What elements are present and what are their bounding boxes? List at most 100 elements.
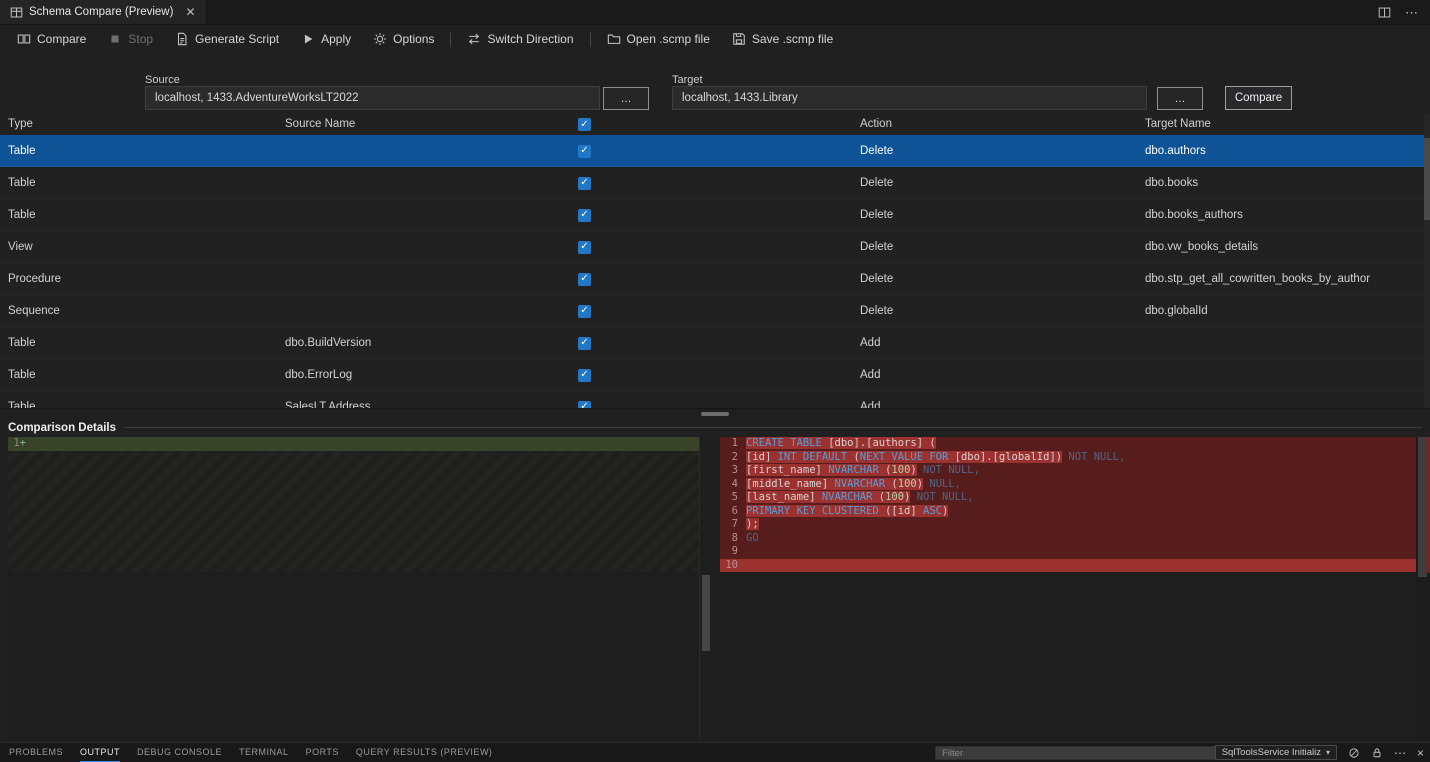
clear-output-icon[interactable] xyxy=(1348,747,1360,759)
toolbar-button-open-scmp-file[interactable]: Open .scmp file xyxy=(596,25,721,53)
cell-type: Table xyxy=(8,167,36,199)
cell-type: Table xyxy=(8,199,36,231)
source-input[interactable]: localhost, 1433.AdventureWorksLT2022 xyxy=(145,86,600,110)
row-checkbox[interactable]: ✓ xyxy=(578,305,591,318)
toolbar-button-label: Save .scmp file xyxy=(752,32,833,46)
table-row[interactable]: Table✓Deletedbo.authors xyxy=(0,135,1424,167)
cell-target-name: dbo.stp_get_all_cowritten_books_by_autho… xyxy=(1145,263,1370,295)
tab-schema-compare[interactable]: Schema Compare (Preview) ✕ xyxy=(0,0,207,24)
table-row[interactable]: Procedure✓Deletedbo.stp_get_all_cowritte… xyxy=(0,263,1424,295)
split-editor-icon[interactable] xyxy=(1378,6,1391,19)
line-number: 10 xyxy=(720,559,746,573)
cell-include: ✓ xyxy=(578,327,591,359)
toolbar-button-options[interactable]: Options xyxy=(362,25,445,53)
right-pane-scrollbar[interactable] xyxy=(1416,437,1430,741)
table-row[interactable]: View✓Deletedbo.vw_books_details xyxy=(0,231,1424,263)
line-number: 9 xyxy=(720,545,746,559)
diff-source-pane[interactable]: 1+ xyxy=(8,437,700,741)
cell-include: ✓ xyxy=(578,295,591,327)
cell-include: ✓ xyxy=(578,231,591,263)
line-number: 5 xyxy=(720,491,746,505)
line-number: 1 xyxy=(720,437,746,451)
target-input[interactable]: localhost, 1433.Library xyxy=(672,86,1147,110)
toolbar-button-compare[interactable]: Compare xyxy=(6,25,97,53)
panel-tab-problems[interactable]: PROBLEMS xyxy=(9,743,63,762)
diff-added-line: 1+ xyxy=(8,437,699,451)
column-header-action: Action xyxy=(860,118,892,130)
line-number: 6 xyxy=(720,505,746,519)
row-checkbox[interactable]: ✓ xyxy=(578,241,591,254)
diff-removed-line: 8GO xyxy=(720,532,1416,546)
details-title: Comparison Details xyxy=(8,422,116,434)
row-checkbox[interactable]: ✓ xyxy=(578,177,591,190)
stop-icon xyxy=(108,32,122,46)
table-row[interactable]: Tabledbo.ErrorLog✓Add xyxy=(0,359,1424,391)
cell-action: Add xyxy=(860,359,880,391)
output-channel-select[interactable]: SqlToolsService Initializ ▾ xyxy=(1215,745,1337,760)
line-number: 3 xyxy=(720,464,746,478)
cell-include: ✓ xyxy=(578,135,591,167)
schema-compare-icon xyxy=(10,6,23,19)
code-line: ); xyxy=(746,518,1416,532)
table-row[interactable]: Sequence✓Deletedbo.globalId xyxy=(0,295,1424,327)
line-number: 8 xyxy=(720,532,746,546)
cell-target-name: dbo.books xyxy=(1145,167,1198,199)
target-label: Target xyxy=(672,74,703,86)
select-all-checkbox[interactable]: ✓ xyxy=(578,118,591,131)
diff-editor: 1+ 1CREATE TABLE [dbo].[authors] (2[id] … xyxy=(8,437,1430,741)
toolbar-button-label: Compare xyxy=(37,32,86,46)
panel-tab-ports[interactable]: PORTS xyxy=(306,743,339,762)
column-header-include: ✓ xyxy=(578,118,591,131)
left-pane-scrollbar-thumb[interactable] xyxy=(702,575,710,651)
diff-removed-line: 5[last_name] NVARCHAR (100) NOT NULL, xyxy=(720,491,1416,505)
toolbar-button-label: Apply xyxy=(321,32,351,46)
grid-scrollbar-thumb[interactable] xyxy=(1424,138,1430,220)
cell-action: Delete xyxy=(860,295,893,327)
diff-target-pane[interactable]: 1CREATE TABLE [dbo].[authors] (2[id] INT… xyxy=(720,437,1416,741)
cell-action: Delete xyxy=(860,135,893,167)
more-actions-icon[interactable]: ⋯ xyxy=(1405,6,1418,19)
row-checkbox[interactable]: ✓ xyxy=(578,337,591,350)
cell-action: Delete xyxy=(860,167,893,199)
generate-script-icon xyxy=(175,32,189,46)
panel-tab-debug-console[interactable]: DEBUG CONSOLE xyxy=(137,743,222,762)
row-checkbox[interactable]: ✓ xyxy=(578,209,591,222)
panel-tab-query-results-preview[interactable]: QUERY RESULTS (PREVIEW) xyxy=(356,743,493,762)
table-row[interactable]: Tabledbo.BuildVersion✓Add xyxy=(0,327,1424,359)
toolbar-button-label: Open .scmp file xyxy=(627,32,710,46)
toolbar-button-save-scmp-file[interactable]: Save .scmp file xyxy=(721,25,844,53)
open-icon xyxy=(607,32,621,46)
compare-button[interactable]: Compare xyxy=(1225,86,1292,110)
horizontal-splitter[interactable] xyxy=(0,408,1430,419)
panel-tab-terminal[interactable]: TERMINAL xyxy=(239,743,289,762)
panel-tab-output[interactable]: OUTPUT xyxy=(80,743,120,762)
column-header-target-name: Target Name xyxy=(1145,118,1211,130)
toolbar-separator xyxy=(590,32,591,47)
overview-ruler-removed-marks xyxy=(1426,437,1430,573)
code-line xyxy=(746,559,1416,573)
table-row[interactable]: Table✓Deletedbo.books_authors xyxy=(0,199,1424,231)
lock-icon[interactable] xyxy=(1371,747,1383,759)
diff-removed-line: 3[first_name] NVARCHAR (100) NOT NULL, xyxy=(720,464,1416,478)
row-checkbox[interactable]: ✓ xyxy=(578,369,591,382)
tab-close-icon[interactable]: ✕ xyxy=(185,6,195,18)
grid-scrollbar[interactable] xyxy=(1424,114,1430,410)
row-checkbox[interactable]: ✓ xyxy=(578,145,591,158)
toolbar-button-switch-direction[interactable]: Switch Direction xyxy=(456,25,584,53)
output-filter-input[interactable] xyxy=(935,746,1220,760)
toolbar-button-generate-script[interactable]: Generate Script xyxy=(164,25,290,53)
panel-bar: PROBLEMS OUTPUT DEBUG CONSOLE TERMINAL PORTS… xyxy=(0,742,1430,762)
panel-close-icon[interactable]: × xyxy=(1417,747,1424,759)
editor-actions: ⋯ xyxy=(1378,0,1430,24)
row-checkbox[interactable]: ✓ xyxy=(578,273,591,286)
code-line: CREATE TABLE [dbo].[authors] ( xyxy=(746,437,1416,451)
target-browse-button[interactable]: … xyxy=(1157,87,1203,110)
table-row[interactable]: Table ✓ Delete dbo.books xyxy=(0,167,1424,199)
panel-more-icon[interactable]: ⋯ xyxy=(1394,747,1406,759)
splitter-grip[interactable] xyxy=(701,412,729,416)
cell-include: ✓ xyxy=(578,167,591,199)
schema-compare-app: Schema Compare (Preview) ✕ ⋯ CompareStop… xyxy=(0,0,1430,762)
code-line: [id] INT DEFAULT (NEXT VALUE FOR [dbo].[… xyxy=(746,451,1416,465)
source-browse-button[interactable]: … xyxy=(603,87,649,110)
toolbar-button-apply[interactable]: Apply xyxy=(290,25,362,53)
